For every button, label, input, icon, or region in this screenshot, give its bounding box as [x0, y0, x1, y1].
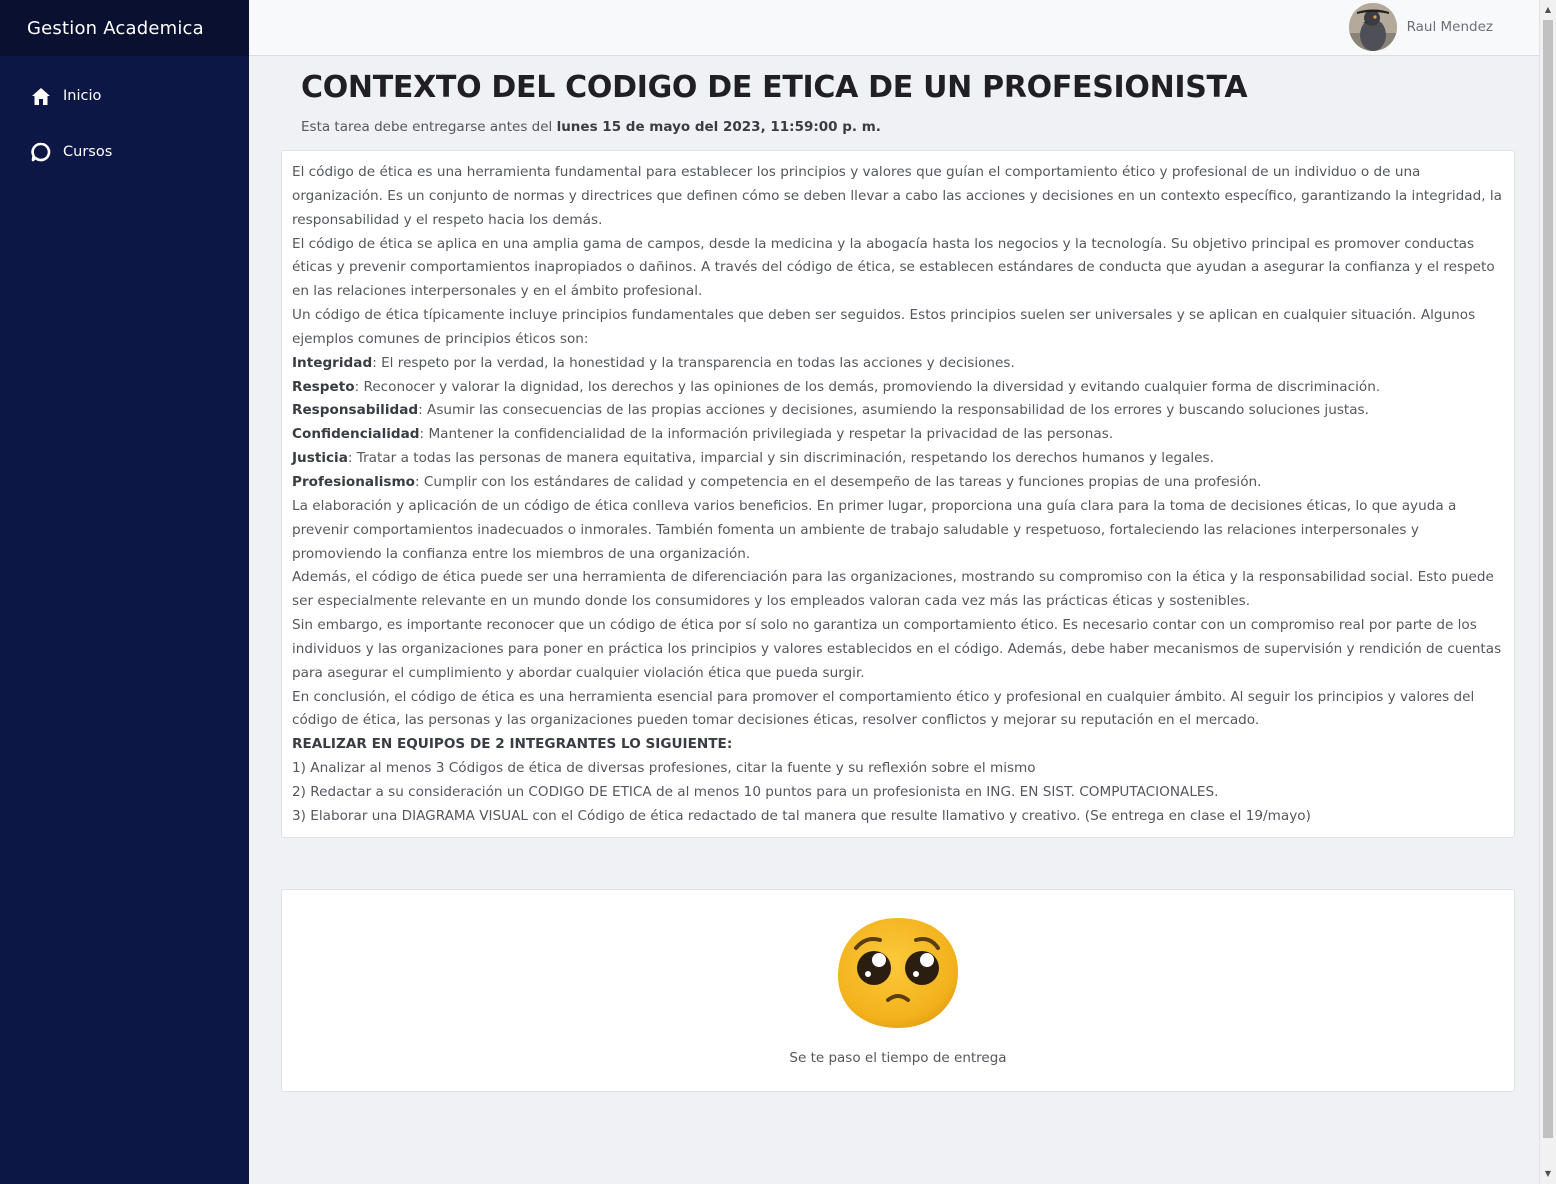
submission-status-card: Se te paso el tiempo de entrega — [281, 889, 1515, 1092]
scroll-thumb[interactable] — [1543, 20, 1553, 1138]
paragraph: Además, el código de ética puede ser una… — [292, 569, 1494, 610]
principle-text: : El respeto por la verdad, la honestida… — [372, 354, 1015, 371]
principle-text: : Asumir las consecuencias de las propia… — [418, 402, 1369, 419]
paragraph: Un código de ética típicamente incluye p… — [292, 307, 1476, 347]
principle-text: : Reconocer y valorar la dignidad, los d… — [354, 378, 1381, 395]
app-title[interactable]: Gestion Academica — [0, 0, 249, 56]
sidebar-item-label: Inicio — [63, 88, 102, 104]
sidebar-item-inicio[interactable]: Inicio — [0, 68, 249, 124]
user-name: Raul Mendez — [1406, 19, 1493, 35]
principle-item: Integridad: El respeto por la verdad, la… — [292, 352, 1504, 376]
chat-bubble-icon — [31, 142, 51, 162]
principle-term: Respeto — [292, 378, 355, 395]
page-scrollbar[interactable]: ▲ ▼ — [1539, 0, 1556, 1184]
principle-item: Justicia: Tratar a todas las personas de… — [292, 447, 1504, 471]
home-icon — [31, 86, 51, 106]
user-menu[interactable]: Raul Mendez — [1348, 3, 1493, 51]
app: Gestion Academica Inicio Cursos Raul Men… — [0, 0, 1556, 1184]
paragraph: En conclusión, el código de ética es una… — [292, 688, 1475, 729]
principle-item: Respeto: Reconocer y valorar la dignidad… — [292, 376, 1504, 400]
assignment-description: El código de ética es una herramienta fu… — [281, 150, 1515, 838]
pleading-face-icon — [834, 914, 962, 1034]
principle-text: : Mantener la confidencialidad de la inf… — [419, 426, 1114, 443]
instruction-item: 2) Redactar a su consideración un CODIGO… — [292, 783, 1219, 800]
topbar: Raul Mendez — [249, 0, 1539, 56]
main-content: CONTEXTO DEL CODIGO DE ETICA DE UN PROFE… — [281, 56, 1515, 1092]
paragraph: Sin embargo, es importante reconocer que… — [292, 617, 1502, 681]
principle-term: Confidencialidad — [292, 426, 420, 443]
principle-term: Profesionalismo — [292, 473, 415, 490]
principle-term: Integridad — [292, 354, 373, 371]
paragraph: El código de ética se aplica en una ampl… — [292, 235, 1495, 300]
paragraph: La elaboración y aplicación de un código… — [292, 497, 1457, 562]
page-title: CONTEXTO DEL CODIGO DE ETICA DE UN PROFE… — [301, 70, 1248, 105]
principle-term: Justicia — [292, 450, 348, 467]
instruction-item: 3) Elaborar una DIAGRAMA VISUAL con el C… — [292, 807, 1311, 824]
principle-item: Confidencialidad: Mantener la confidenci… — [292, 423, 1504, 447]
principle-text: : Cumplir con los estándares de calidad … — [415, 473, 1262, 490]
sidebar: Gestion Academica Inicio Cursos — [0, 0, 249, 1184]
scroll-down-icon[interactable]: ▼ — [1540, 1166, 1556, 1182]
sidebar-item-label: Cursos — [63, 144, 113, 160]
deadline-prefix: Esta tarea debe entregarse antes del — [301, 119, 557, 135]
paragraph: El código de ética es una herramienta fu… — [292, 164, 1502, 228]
instructions-heading: REALIZAR EN EQUIPOS DE 2 INTEGRANTES LO … — [292, 733, 1504, 757]
deadline-date: lunes 15 de mayo del 2023, 11:59:00 p. m… — [556, 119, 881, 135]
instructions-heading-text: REALIZAR EN EQUIPOS DE 2 INTEGRANTES LO … — [292, 736, 733, 753]
instruction-item: 1) Analizar al menos 3 Códigos de ética … — [292, 760, 1036, 777]
scroll-up-icon[interactable]: ▲ — [1540, 2, 1556, 18]
deadline-notice: Esta tarea debe entregarse antes del lun… — [301, 119, 1515, 135]
principle-term: Responsabilidad — [292, 402, 419, 419]
principle-text: : Tratar a todas las personas de manera … — [347, 450, 1214, 467]
principle-item: Profesionalismo: Cumplir con los estánda… — [292, 471, 1504, 495]
sidebar-item-cursos[interactable]: Cursos — [0, 124, 249, 180]
principle-item: Responsabilidad: Asumir las consecuencia… — [292, 399, 1504, 423]
sidebar-nav: Inicio Cursos — [0, 68, 249, 180]
avatar — [1348, 3, 1397, 51]
submission-status-text: Se te paso el tiempo de entrega — [789, 1050, 1007, 1066]
